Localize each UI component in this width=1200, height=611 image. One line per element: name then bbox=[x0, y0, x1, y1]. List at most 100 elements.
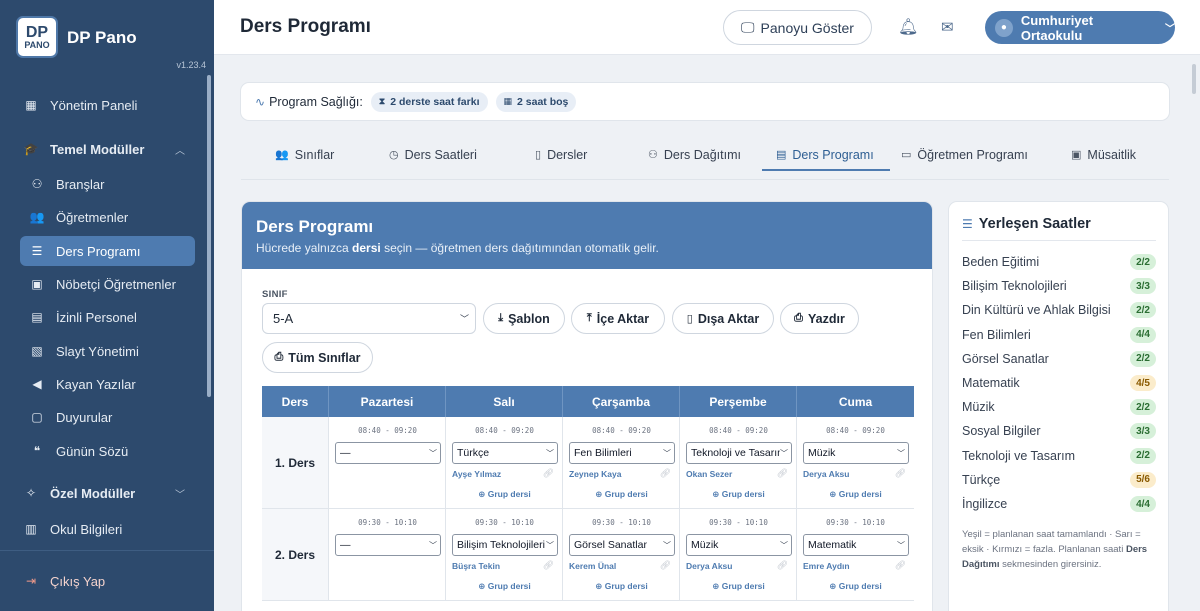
schedule-cell: 08:40 - 09:20 Teknoloji ve Tasarım ﹀ Okan S… bbox=[680, 417, 797, 508]
unlink-icon[interactable]: 🔗︎ bbox=[660, 468, 671, 479]
sidebar-item-schedule[interactable]: ☰ Ders Programı bbox=[20, 236, 195, 266]
unlink-icon[interactable]: 🔗︎ bbox=[777, 560, 788, 571]
hours-count-badge: 3/3 bbox=[1130, 278, 1156, 295]
chevron-down-icon: ﹀ bbox=[780, 447, 788, 459]
chevron-down-icon: ﹀ bbox=[663, 539, 671, 551]
group-lesson-button[interactable]: ⊕ Grup dersi bbox=[797, 489, 914, 500]
sidebar-item-quote[interactable]: ❝ Günün Sözü bbox=[20, 436, 195, 466]
sidebar-item-duty-teachers[interactable]: ▣ Nöbetçi Öğretmenler bbox=[20, 269, 195, 299]
group-lesson-button[interactable]: ⊕ Grup dersi bbox=[797, 581, 914, 592]
app-version: v1.23.4 bbox=[176, 60, 206, 70]
subject-select[interactable]: Müzik ﹀ bbox=[686, 534, 792, 556]
sidebar-item-label: Günün Sözü bbox=[56, 443, 129, 459]
subject-name: Sosyal Bilgiler bbox=[962, 424, 1041, 439]
tab-lessons[interactable]: ▯ Dersler bbox=[535, 137, 587, 172]
tab-label: Ders Dağıtımı bbox=[663, 147, 741, 162]
import-button[interactable]: ⤒ İçe Aktar bbox=[571, 303, 665, 334]
show-board-button[interactable]: 🖵 Panoyu Göster bbox=[723, 10, 872, 45]
sidebar-item-label: Ders Programı bbox=[56, 243, 141, 259]
unlink-icon[interactable]: 🔗︎ bbox=[543, 560, 554, 571]
time-range: 09:30 - 10:10 bbox=[826, 518, 885, 527]
subject-name: Beden Eğitimi bbox=[962, 255, 1040, 269]
time-range: 08:40 - 09:20 bbox=[826, 426, 885, 435]
tab-label: Ders Programı bbox=[792, 147, 874, 162]
export-button[interactable]: ▯ Dışa Aktar bbox=[672, 303, 774, 334]
tab-classes[interactable]: 👥 Sınıflar bbox=[275, 137, 334, 172]
unlink-icon[interactable]: 🔗︎ bbox=[895, 560, 906, 571]
sidebar-section-special-modules[interactable]: ✧ Özel Modüller ﹀ bbox=[20, 478, 195, 508]
unlink-icon[interactable]: 🔗︎ bbox=[895, 468, 906, 479]
tab-label: Müsaitlik bbox=[1087, 147, 1137, 162]
bell-icon: ▢ bbox=[31, 410, 43, 424]
unlink-icon[interactable]: 🔗︎ bbox=[543, 468, 554, 479]
subject-select[interactable]: Teknoloji ve Tasarım ﹀ bbox=[686, 442, 792, 464]
schedule-cell: 09:30 - 10:10 Müzik ﹀ Derya Aksu 🔗︎ ⊕ Grup de… bbox=[680, 509, 797, 600]
sidebar-scrollbar[interactable] bbox=[207, 75, 211, 397]
sidebar-item-tickers[interactable]: ◀ Kayan Yazılar bbox=[20, 369, 195, 399]
sidebar-divider bbox=[0, 550, 214, 551]
subject-select[interactable]: Türkçe ﹀ bbox=[452, 442, 558, 464]
print-button[interactable]: ⎙ Yazdır bbox=[780, 303, 859, 334]
subject-select[interactable]: — ﹀ bbox=[335, 442, 441, 464]
subject-select[interactable]: Bilişim Teknolojileri ﹀ bbox=[452, 534, 558, 556]
placed-hours-item: Teknoloji ve Tasarım 2/2 bbox=[962, 447, 1156, 465]
period-label: 2. Ders bbox=[262, 509, 329, 600]
unlink-icon[interactable]: 🔗︎ bbox=[777, 468, 788, 479]
active-tab-indicator bbox=[762, 169, 890, 171]
dashboard-icon: ▦ bbox=[25, 98, 37, 112]
sidebar-item-teachers[interactable]: 👥 Öğretmenler bbox=[20, 202, 195, 232]
group-lesson-button[interactable]: ⊕ Grup dersi bbox=[680, 489, 797, 500]
subject-select[interactable]: Görsel Sanatlar ﹀ bbox=[569, 534, 675, 556]
page-scrollbar-thumb[interactable] bbox=[1192, 64, 1196, 94]
subject-select[interactable]: — ﹀ bbox=[335, 534, 441, 556]
subject-select[interactable]: Müzik ﹀ bbox=[803, 442, 909, 464]
tab-lesson-hours[interactable]: ◷ Ders Saatleri bbox=[389, 137, 477, 172]
sidebar-item-on-leave[interactable]: ▤ İzinli Personel bbox=[20, 302, 195, 332]
template-button[interactable]: ⤓ Şablon bbox=[483, 303, 565, 334]
notifications-bell-icon[interactable]: 🔔︎ bbox=[898, 17, 918, 37]
tab-label: Dersler bbox=[547, 147, 588, 162]
class-select-value: 5-A bbox=[273, 311, 294, 326]
tab-schedule[interactable]: ▤ Ders Programı bbox=[776, 137, 874, 172]
app-logo[interactable]: DP PANO bbox=[16, 16, 58, 58]
subject-name: Fen Bilimleri bbox=[962, 327, 1031, 342]
schedule-cell: 09:30 - 10:10 Bilişim Teknolojileri ﹀ Büşra… bbox=[446, 509, 563, 600]
sidebar-item-label: Yönetim Paneli bbox=[50, 97, 138, 113]
tab-teacher-schedule[interactable]: ▭ Öğretmen Programı bbox=[901, 137, 1028, 172]
subject-select[interactable]: Fen Bilimleri ﹀ bbox=[569, 442, 675, 464]
sidebar-item-branches[interactable]: ⚇ Branşlar bbox=[20, 169, 195, 199]
logout-button[interactable]: ⇥ Çıkış Yap bbox=[20, 566, 195, 596]
all-classes-button[interactable]: ⎙ Tüm Sınıflar bbox=[262, 342, 373, 373]
school-account-menu[interactable]: ● Cumhuriyet Ortaokulu ﹀ bbox=[985, 11, 1175, 44]
group-lesson-button[interactable]: ⊕ Grup dersi bbox=[446, 581, 563, 592]
sidebar-item-school-info[interactable]: ▥ Okul Bilgileri bbox=[20, 514, 195, 544]
sidebar-item-slides[interactable]: ▧ Slayt Yönetimi bbox=[20, 336, 195, 366]
sidebar-item-announcements[interactable]: ▢ Duyurular bbox=[20, 402, 195, 432]
column-header: Perşembe bbox=[680, 386, 797, 417]
group-lesson-button[interactable]: ⊕ Grup dersi bbox=[563, 489, 680, 500]
group-lesson-button[interactable]: ⊕ Grup dersi bbox=[680, 581, 797, 592]
time-range: 09:30 - 10:10 bbox=[709, 518, 768, 527]
health-badge-empty-hours[interactable]: ▦ 2 saat boş bbox=[495, 91, 577, 112]
health-badge-hour-diff[interactable]: ⧗ 2 derste saat farkı bbox=[370, 91, 488, 112]
placed-hours-item: Matematik 4/5 bbox=[962, 374, 1156, 392]
schedule-cell: 08:40 - 09:20 Türkçe ﹀ Ayşe Yılmaz 🔗︎ ⊕ Grup … bbox=[446, 417, 563, 508]
tab-label: Ders Saatleri bbox=[404, 147, 477, 162]
group-lesson-label: Grup dersi bbox=[604, 581, 648, 591]
sidebar-section-core-modules[interactable]: 🎓 Temel Modüller ︿ bbox=[20, 134, 195, 164]
group-lesson-button[interactable]: ⊕ Grup dersi bbox=[563, 581, 680, 592]
page-scrollbar[interactable] bbox=[1191, 56, 1197, 611]
placed-hours-item: Sosyal Bilgiler 3/3 bbox=[962, 422, 1156, 440]
subject-select-value: Görsel Sanatlar bbox=[574, 539, 647, 551]
group-lesson-button[interactable]: ⊕ Grup dersi bbox=[446, 489, 563, 500]
subject-select[interactable]: Matematik ﹀ bbox=[803, 534, 909, 556]
chevron-down-icon: ﹀ bbox=[897, 539, 905, 551]
tab-distribution[interactable]: ⚇ Ders Dağıtımı bbox=[648, 137, 741, 172]
subject-select-value: Fen Bilimleri bbox=[574, 447, 632, 459]
class-select[interactable]: 5-A ﹀ bbox=[262, 303, 476, 334]
tab-availability[interactable]: ▣ Müsaitlik bbox=[1071, 137, 1136, 172]
placed-hours-title: ☰ Yerleşen Saatler bbox=[962, 216, 1091, 232]
unlink-icon[interactable]: 🔗︎ bbox=[660, 560, 671, 571]
sidebar-item-dashboard[interactable]: ▦ Yönetim Paneli bbox=[20, 90, 195, 120]
messages-mail-icon[interactable]: ✉ bbox=[941, 18, 954, 36]
